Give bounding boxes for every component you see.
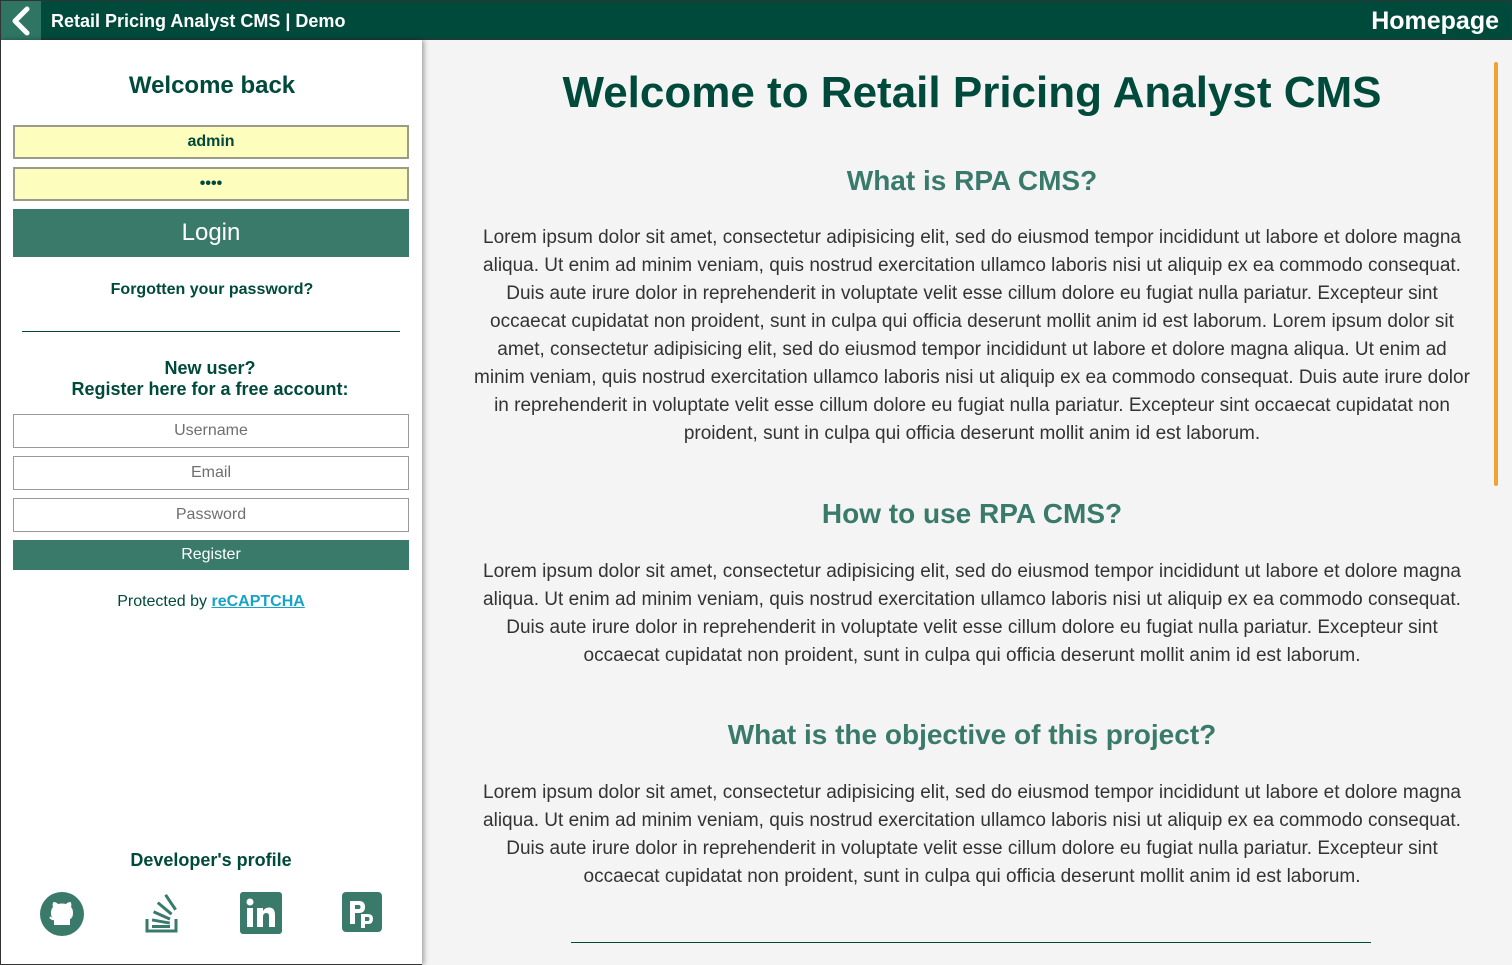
login-username-field[interactable] xyxy=(13,125,409,159)
recaptcha-link[interactable]: reCAPTCHA xyxy=(211,593,304,610)
linkedin-link[interactable] xyxy=(240,892,282,934)
portfolio-icon xyxy=(342,892,382,932)
main-content: Welcome to Retail Pricing Analyst CMS Wh… xyxy=(422,40,1512,965)
register-prompt-line1: New user? xyxy=(164,358,256,378)
divider xyxy=(571,942,1371,943)
github-icon xyxy=(40,892,84,936)
chevron-left-icon xyxy=(12,6,30,35)
stackoverflow-link[interactable] xyxy=(141,892,183,934)
scrollbar[interactable] xyxy=(1494,62,1498,486)
login-password-field[interactable] xyxy=(13,167,409,201)
stackoverflow-icon xyxy=(145,893,178,933)
register-password-field[interactable] xyxy=(13,498,409,532)
section-heading: What is RPA CMS? xyxy=(846,165,1098,196)
linkedin-icon xyxy=(240,892,282,934)
page-title: Homepage xyxy=(1371,7,1499,35)
section-body: Lorem ipsum dolor sit amet, consectetur … xyxy=(474,227,1470,444)
app-title: Retail Pricing Analyst CMS | Demo xyxy=(51,11,346,31)
section-body: Lorem ipsum dolor sit amet, consectetur … xyxy=(483,561,1461,666)
developer-profile-title: Developer's profile xyxy=(130,850,292,870)
section-body: Lorem ipsum dolor sit amet, consectetur … xyxy=(483,782,1461,887)
divider xyxy=(22,331,400,332)
register-email-field[interactable] xyxy=(13,456,409,490)
recaptcha-prefix: Protected by xyxy=(117,593,212,610)
register-button[interactable]: Register xyxy=(13,540,409,570)
register-prompt: New user? Register here for a free accou… xyxy=(1,358,419,400)
github-link[interactable] xyxy=(40,892,84,936)
section-heading: How to use RPA CMS? xyxy=(821,498,1123,529)
register-username-field[interactable] xyxy=(13,414,409,448)
recaptcha-notice: Protected by reCAPTCHA xyxy=(1,593,421,611)
register-prompt-line2: Register here for a free account: xyxy=(71,379,349,399)
login-button[interactable]: Login xyxy=(13,209,409,257)
portfolio-link[interactable] xyxy=(342,892,384,934)
main-title: Welcome to Retail Pricing Analyst CMS xyxy=(562,68,1382,117)
sidebar: Welcome back Login Forgotten your passwo… xyxy=(0,40,422,965)
section-heading: What is the objective of this project? xyxy=(727,719,1217,750)
forgot-password-link[interactable]: Forgotten your password? xyxy=(1,281,423,299)
top-bar: Retail Pricing Analyst CMS | Demo Homepa… xyxy=(0,0,1512,40)
welcome-heading: Welcome back xyxy=(128,72,296,99)
back-button[interactable] xyxy=(1,1,41,40)
